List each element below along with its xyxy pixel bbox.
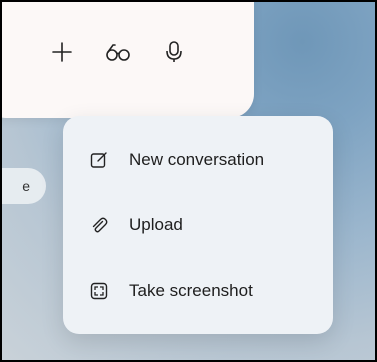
- composer-card: [2, 2, 254, 118]
- menu-item-label: Upload: [129, 215, 183, 234]
- app-frame: e New conversation Upload Take screensho…: [2, 2, 375, 360]
- new-conversation-icon: [89, 150, 109, 170]
- paperclip-icon: [89, 215, 109, 235]
- menu-item-new-conversation[interactable]: New conversation: [63, 135, 333, 185]
- background-pill-text: e: [22, 178, 30, 194]
- glasses-icon[interactable]: [104, 38, 132, 66]
- composer-actions: [48, 38, 188, 66]
- screenshot-icon: [89, 281, 109, 301]
- background-pill[interactable]: e: [2, 168, 46, 204]
- menu-item-label: New conversation: [129, 150, 265, 169]
- menu-item-label: Take screenshot: [129, 281, 253, 300]
- menu-item-take-screenshot[interactable]: Take screenshot: [63, 266, 333, 316]
- microphone-icon[interactable]: [160, 38, 188, 66]
- plus-icon[interactable]: [48, 38, 76, 66]
- menu-item-upload[interactable]: Upload: [63, 200, 333, 250]
- attachment-menu: New conversation Upload Take screenshot: [63, 116, 333, 334]
